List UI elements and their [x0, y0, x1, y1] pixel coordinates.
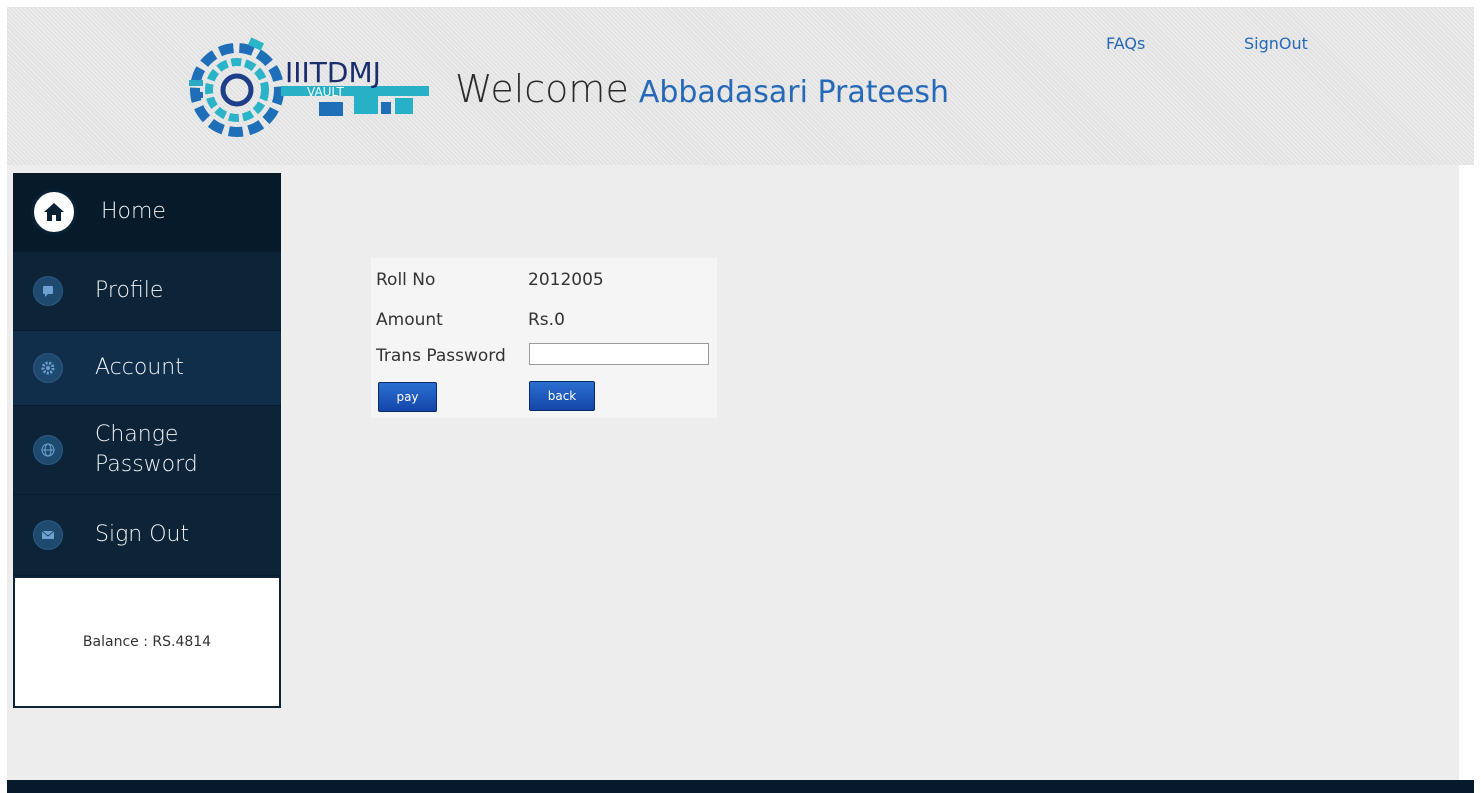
user-name: Abbadasari Prateesh [638, 75, 950, 110]
roll-no-value: 2012005 [528, 270, 604, 290]
amount-value: Rs.0 [528, 310, 565, 330]
faqs-link[interactable]: FAQs [1106, 34, 1145, 53]
gear-icon [33, 353, 63, 383]
welcome-label: Welcome [455, 67, 629, 111]
pay-button[interactable]: pay [378, 382, 437, 412]
globe-icon [33, 435, 63, 465]
sidebar-item-label: Home [101, 199, 166, 224]
sidebar-item-account[interactable]: Account [13, 331, 281, 406]
roll-no-label: Roll No [376, 270, 436, 290]
home-icon [31, 189, 77, 235]
sidebar-item-change-password[interactable]: Change Password [13, 406, 281, 495]
trans-password-input[interactable] [529, 343, 709, 365]
balance-panel: Balance : RS.4814 [13, 576, 281, 708]
sidebar-item-label: Profile [95, 278, 164, 303]
trans-password-label: Trans Password [376, 346, 506, 366]
sidebar-nav: Home Profile Account Change Password Sig… [13, 173, 281, 708]
sidebar-item-profile[interactable]: Profile [13, 252, 281, 331]
footer-bar [7, 780, 1474, 793]
sidebar-item-label: Account [95, 355, 184, 380]
sidebar-item-sign-out[interactable]: Sign Out [13, 495, 281, 576]
mail-icon [33, 520, 63, 550]
header-bar: IIITDMJ VAULT Welcome Abbadasari Prateesh… [7, 7, 1474, 165]
iiitdmj-vault-logo: IIITDMJ VAULT [189, 37, 429, 137]
welcome-heading: Welcome Abbadasari Prateesh [455, 67, 949, 111]
svg-text:VAULT: VAULT [307, 85, 344, 99]
sidebar-item-home[interactable]: Home [13, 173, 281, 252]
profile-icon [33, 276, 63, 306]
amount-label: Amount [376, 310, 443, 330]
sidebar-item-label: Sign Out [95, 522, 190, 547]
sidebar-item-label: Change Password [95, 422, 198, 477]
balance-text: Balance : RS.4814 [82, 634, 212, 650]
payment-form: Roll No 2012005 Amount Rs.0 Trans Passwo… [371, 258, 717, 418]
back-button[interactable]: back [529, 381, 595, 411]
signout-link[interactable]: SignOut [1244, 34, 1308, 53]
